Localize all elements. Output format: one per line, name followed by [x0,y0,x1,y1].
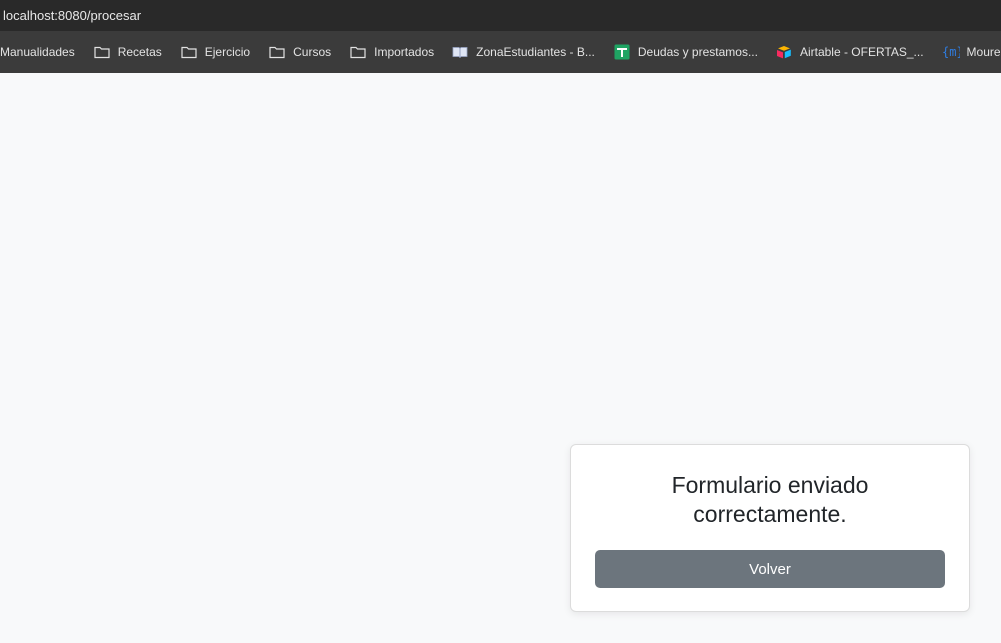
bookmark-airtable[interactable]: Airtable - OFERTAS_... [775,44,924,60]
bookmark-mouredev[interactable]: {m} MoureDev | Te [942,44,1001,60]
address-bar[interactable]: localhost:8080/procesar [0,0,1001,31]
folder-icon [268,44,286,60]
book-icon [451,44,469,60]
bookmark-label: Airtable - OFERTAS_... [799,45,924,59]
svg-text:{m}: {m} [942,45,960,59]
bookmark-manualidades[interactable]: Manualidades [0,45,75,59]
airtable-icon [775,44,793,60]
bookmark-zonaestudiantes[interactable]: ZonaEstudiantes - B... [451,44,595,60]
bookmarks-bar: Manualidades Recetas Ejercicio Cursos Im… [0,31,1001,73]
folder-icon [180,44,198,60]
confirmation-card: Formulario enviado correctamente. Volver [570,444,970,612]
bookmark-label: ZonaEstudiantes - B... [476,45,595,59]
bookmark-label: MoureDev | Te [966,45,1001,59]
bookmark-label: Cursos [293,45,332,59]
folder-icon [349,44,367,60]
folder-icon [93,44,111,60]
bookmark-importados[interactable]: Importados [349,44,434,60]
bookmark-recetas[interactable]: Recetas [93,44,162,60]
back-button[interactable]: Volver [595,550,945,588]
mouredev-icon: {m} [942,44,960,60]
bookmark-cursos[interactable]: Cursos [268,44,331,60]
bookmark-label: Ejercicio [204,45,251,59]
card-title: Formulario enviado correctamente. [671,472,869,527]
sheets-icon [613,44,631,60]
bookmark-deudas[interactable]: Deudas y prestamos... [613,44,758,60]
bookmark-label: Recetas [117,45,162,59]
bookmark-label: Deudas y prestamos... [637,45,758,59]
url-text[interactable]: localhost:8080/procesar [3,8,141,23]
bookmark-ejercicio[interactable]: Ejercicio [180,44,250,60]
bookmark-label: Manualidades [0,45,75,59]
bookmark-label: Importados [374,45,435,59]
